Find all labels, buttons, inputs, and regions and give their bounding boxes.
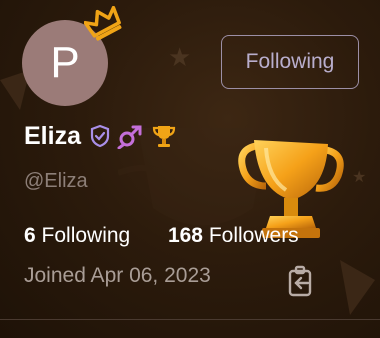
followers-label[interactable]: Followers	[209, 224, 299, 247]
background-star-icon: ★	[352, 169, 367, 186]
gender-icon	[117, 125, 142, 149]
profile-card: ★ ★ P Following Eliza @Eliza 6 Following…	[0, 0, 380, 338]
joined-date: Joined Apr 06, 2023	[24, 264, 211, 287]
follow-stats: 6 Following 168 Followers	[24, 224, 299, 248]
trophy-icon	[152, 126, 176, 147]
background-star-icon: ★	[168, 42, 192, 72]
profile-handle: @Eliza	[24, 170, 88, 192]
following-label[interactable]: Following	[42, 224, 131, 247]
shield-check-icon	[90, 124, 110, 148]
following-count: 6	[24, 224, 36, 247]
name-row: Eliza	[24, 120, 183, 152]
following-button[interactable]: Following	[221, 35, 359, 89]
clipboard-icon[interactable]	[286, 265, 316, 297]
crown-icon	[84, 6, 122, 41]
background-decoration-shape	[340, 260, 375, 315]
avatar-letter: P	[50, 38, 80, 87]
divider	[0, 319, 380, 320]
profile-name: Eliza	[24, 121, 81, 150]
followers-count: 168	[167, 224, 203, 247]
